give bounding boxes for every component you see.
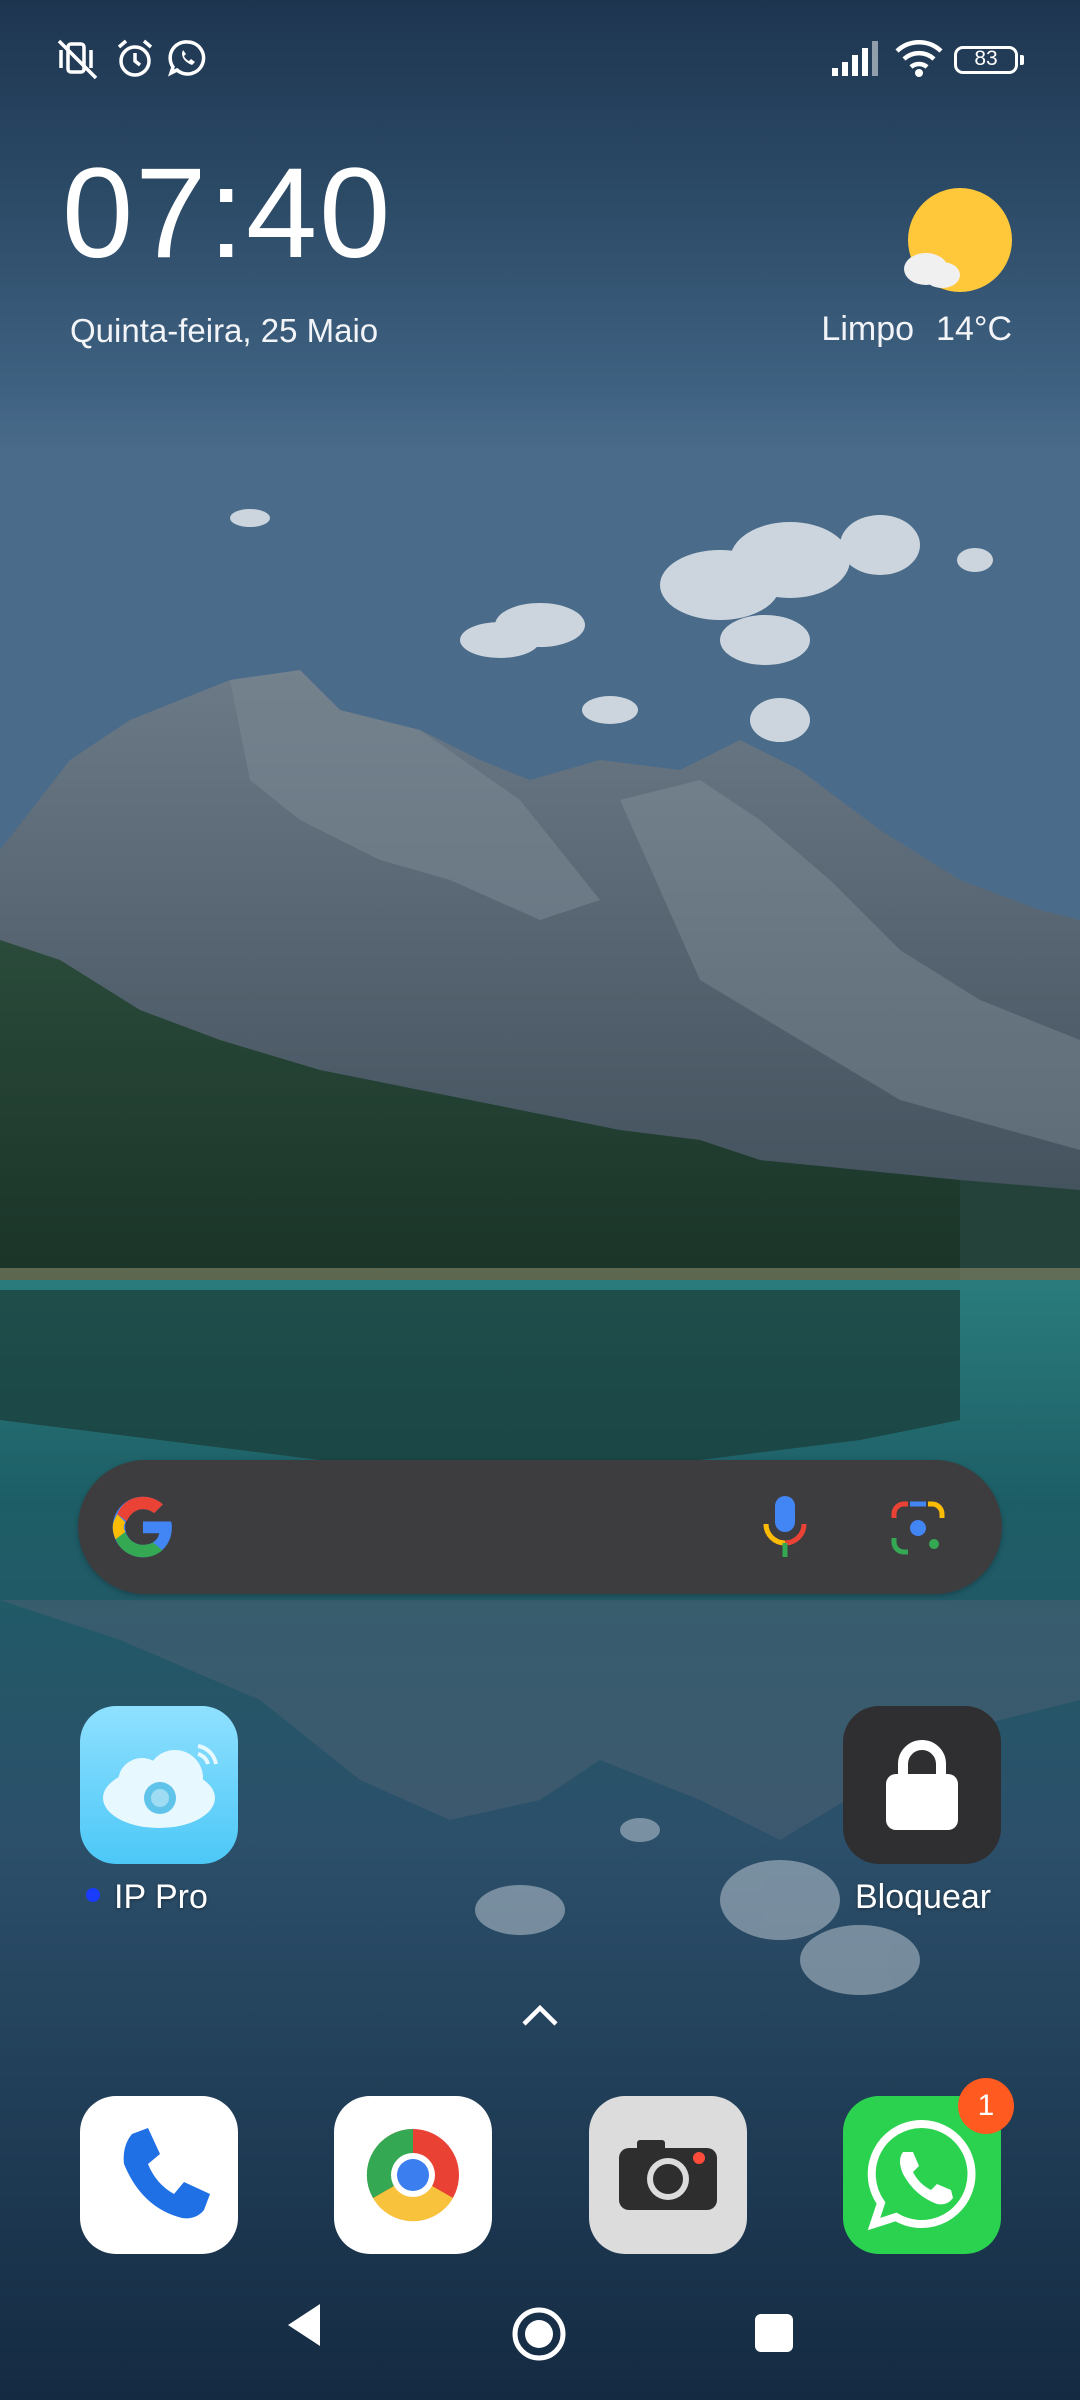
- phone-icon: [123, 2128, 210, 2219]
- battery-level: 83: [974, 47, 998, 70]
- status-bar: 83: [0, 0, 1080, 120]
- clock-date[interactable]: Quinta-feira, 25 Maio: [70, 312, 378, 350]
- vibrate-off-icon: [57, 39, 98, 80]
- signal-icon: [832, 41, 878, 76]
- google-g-icon: [112, 1496, 172, 1558]
- new-app-dot: [86, 1888, 100, 1902]
- weather-temperature: 14°C: [936, 310, 1012, 348]
- back-icon[interactable]: [282, 2300, 326, 2350]
- bloquear-app[interactable]: [843, 1706, 1001, 1864]
- ip-pro-app[interactable]: [80, 1706, 238, 1864]
- bloquear-label: Bloquear: [855, 1878, 992, 1916]
- google-lens-icon[interactable]: [890, 1500, 946, 1556]
- wifi-icon: [895, 40, 943, 77]
- weather-condition: Limpo: [821, 310, 915, 348]
- ip-pro-label: IP Pro: [114, 1878, 208, 1916]
- chrome-app[interactable]: [334, 2096, 492, 2254]
- alarm-icon: [117, 39, 153, 77]
- weather-summary[interactable]: Limpo 14°C: [821, 310, 1012, 349]
- recents-icon[interactable]: [753, 2312, 795, 2354]
- sun-cloud-icon[interactable]: [900, 185, 1016, 301]
- wallpaper: [0, 0, 1080, 2400]
- clock-time[interactable]: 07:40: [62, 150, 392, 278]
- chrome-icon: [366, 2128, 459, 2222]
- microphone-icon[interactable]: [760, 1494, 810, 1560]
- lock-icon: [886, 1740, 958, 1830]
- camera-icon: [619, 2140, 717, 2210]
- google-search-bar[interactable]: [78, 1460, 1002, 1594]
- home-icon[interactable]: [511, 2306, 567, 2362]
- whatsapp-notification-icon: [168, 40, 206, 77]
- cloud-camera-icon: [103, 1744, 218, 1828]
- chevron-up-icon[interactable]: [520, 2000, 560, 2030]
- camera-app[interactable]: [589, 2096, 747, 2254]
- notification-badge: 1: [958, 2078, 1014, 2134]
- battery-icon: 83: [954, 46, 1024, 74]
- phone-app[interactable]: [80, 2096, 238, 2254]
